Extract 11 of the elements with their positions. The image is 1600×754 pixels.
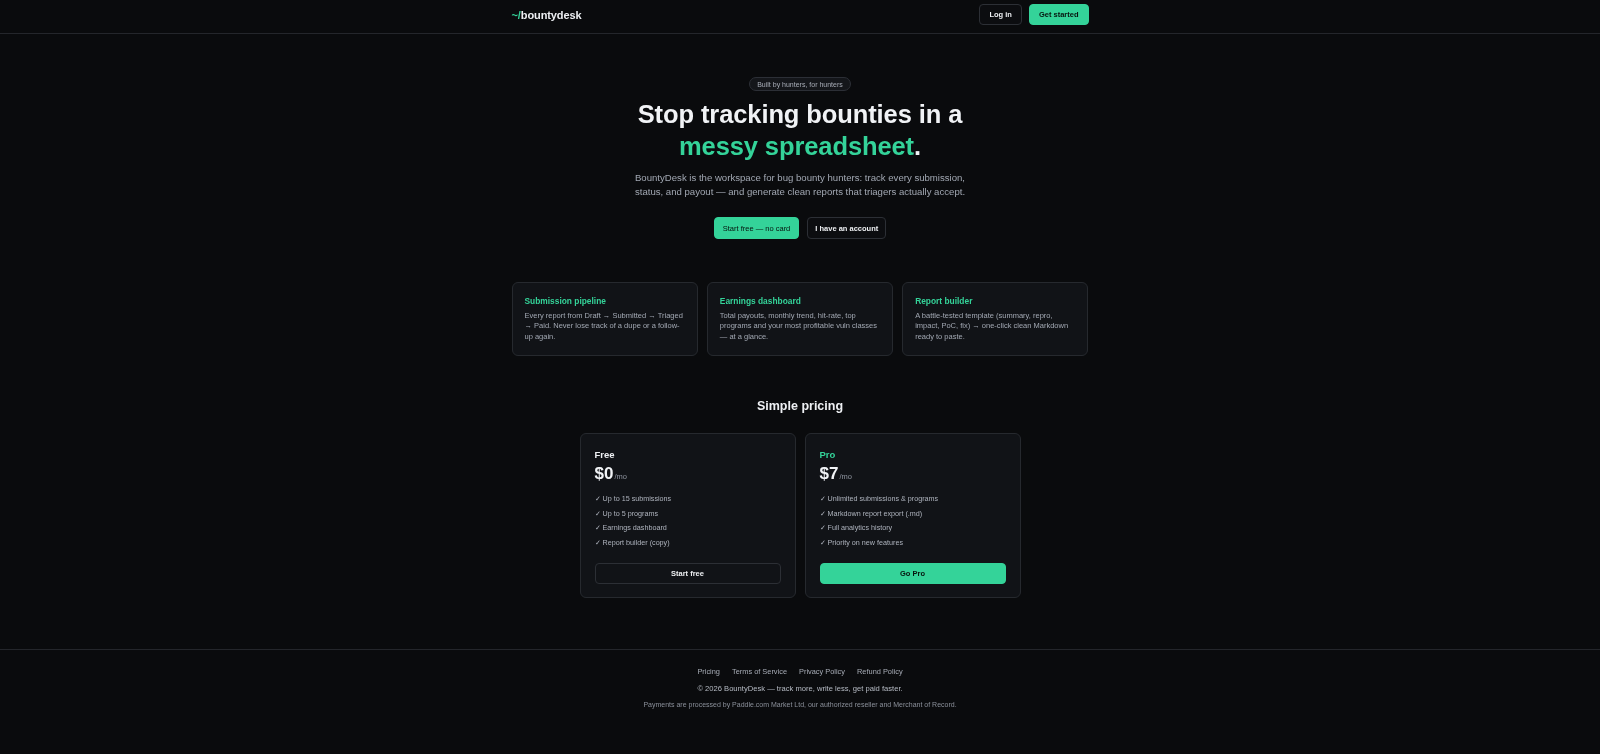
hero-description: BountyDesk is the workspace for bug bounty hunters: track every submission, status, and payout — and generate clean reports that triagers actually accept. xyxy=(633,171,967,199)
plan-name: Free xyxy=(594,448,616,461)
plan-price: $0 xyxy=(594,464,614,484)
plan-price: $7 xyxy=(819,464,839,484)
plan-name: Pro xyxy=(819,448,837,461)
pricing-heading: Simple pricing xyxy=(756,398,844,415)
hero-heading: Stop tracking bounties in a messy spreadsheet. xyxy=(637,99,963,162)
feature-title: Earnings dashboard xyxy=(719,296,802,307)
feature-title: Submission pipeline xyxy=(524,296,607,307)
feature-title: Report builder xyxy=(915,296,974,307)
logo-text[interactable]: ~/bountydesk xyxy=(511,8,582,21)
